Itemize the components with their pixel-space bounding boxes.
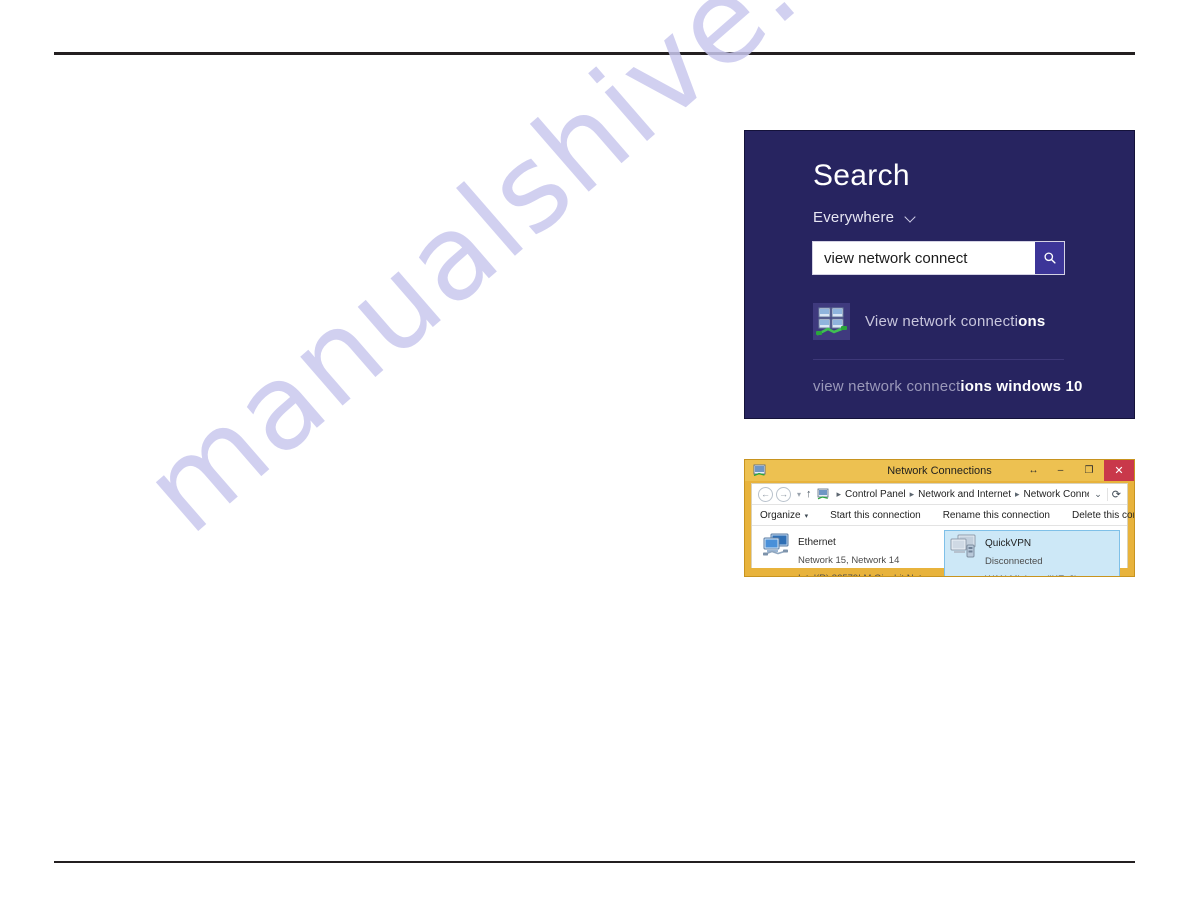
breadcrumb: ▸ Control Panel ▸ Network and Internet ▸… bbox=[817, 488, 1090, 500]
page-title: Search bbox=[813, 159, 910, 192]
network-connections-icon bbox=[813, 303, 850, 340]
connection-name: QuickVPN bbox=[985, 538, 1032, 549]
connection-device: WAN Miniport (IKEv2) bbox=[985, 574, 1078, 576]
chevron-down-icon: ▾ bbox=[804, 512, 809, 520]
refresh-button[interactable]: ⟳ bbox=[1106, 487, 1125, 501]
breadcrumb-item-control-panel[interactable]: Control Panel bbox=[845, 489, 906, 500]
connection-status: Disconnected bbox=[985, 556, 1043, 567]
maximize-button[interactable]: ❐ bbox=[1074, 460, 1104, 481]
connection-name: Ethernet bbox=[798, 537, 836, 548]
rename-this-connection-button[interactable]: Rename this connection bbox=[943, 510, 1050, 521]
breadcrumb-separator: ▸ bbox=[836, 488, 842, 499]
page-footer-rule bbox=[54, 861, 1135, 863]
resize-handle-button[interactable]: ↔ bbox=[1020, 460, 1047, 481]
search-result-label: View network connections bbox=[865, 313, 1045, 330]
list-item[interactable]: QuickVPN Disconnected WAN Miniport (IKEv… bbox=[944, 530, 1120, 576]
vpn-adapter-icon bbox=[949, 533, 979, 559]
close-button[interactable]: ✕ bbox=[1104, 460, 1134, 481]
search-suggestion-item[interactable]: view network connections windows 10 bbox=[813, 378, 1093, 396]
breadcrumb-item-network-and-internet[interactable]: Network and Internet bbox=[918, 489, 1011, 500]
up-button[interactable]: ↑ bbox=[806, 488, 812, 500]
search-suggestion-label-bold: ions windows 10 bbox=[960, 378, 1083, 395]
connection-status: Network 15, Network 14 bbox=[798, 555, 900, 566]
network-connections-window: Network Connections ↔ – ❐ ✕ ← → ▾ ↑ ▸ Co… bbox=[744, 459, 1135, 577]
search-input[interactable] bbox=[813, 242, 1035, 274]
connections-list: Ethernet Network 15, Network 14 Intel(R)… bbox=[752, 526, 1127, 576]
search-scope-dropdown[interactable]: Everywhere bbox=[813, 209, 917, 226]
command-bar: Organize ▾ Start this connection Rename t… bbox=[752, 505, 1134, 526]
search-result-label-plain: View network connecti bbox=[865, 313, 1019, 330]
minimize-button[interactable]: – bbox=[1047, 460, 1074, 481]
window-title-bar: Network Connections ↔ – ❐ ✕ bbox=[745, 460, 1134, 481]
search-result-item[interactable]: View network connections bbox=[813, 303, 1064, 340]
list-item[interactable]: Ethernet Network 15, Network 14 Intel(R)… bbox=[758, 530, 934, 576]
forward-button[interactable]: → bbox=[776, 486, 791, 502]
search-scope-label: Everywhere bbox=[813, 209, 895, 226]
start-this-connection-button[interactable]: Start this connection bbox=[830, 510, 921, 521]
search-charm-panel: Search Everywhere view network connect V… bbox=[744, 130, 1135, 419]
address-dropdown-button[interactable]: ⌄ bbox=[1089, 489, 1107, 500]
search-result-label-bold: ons bbox=[1018, 313, 1046, 330]
ethernet-adapter-icon bbox=[762, 532, 792, 558]
search-box bbox=[813, 242, 1064, 274]
recent-locations-button[interactable]: ▾ bbox=[797, 490, 801, 499]
search-icon bbox=[1043, 252, 1056, 264]
organize-label: Organize bbox=[760, 509, 801, 521]
window-body: ← → ▾ ↑ ▸ Control Panel ▸ Network and In… bbox=[751, 483, 1134, 576]
connection-device: Intel(R) 82579LM Gigabit Network... bbox=[798, 573, 930, 576]
search-button[interactable] bbox=[1035, 242, 1064, 274]
page-header-rule bbox=[54, 52, 1135, 55]
chevron-down-icon bbox=[905, 212, 917, 224]
address-bar: ← → ▾ ↑ ▸ Control Panel ▸ Network and In… bbox=[752, 484, 1127, 505]
search-suggestion-label: view network connections windows 10 bbox=[813, 378, 1083, 395]
delete-this-connection-button[interactable]: Delete this connection bbox=[1072, 510, 1134, 521]
breadcrumb-item-network-connections[interactable]: Network Connections bbox=[1024, 489, 1090, 500]
search-panel-divider bbox=[813, 359, 1064, 360]
organize-menu-button[interactable]: Organize ▾ bbox=[760, 510, 808, 521]
back-button[interactable]: ← bbox=[758, 486, 773, 502]
window-control-buttons: ↔ – ❐ ✕ bbox=[1020, 460, 1134, 481]
breadcrumb-separator: ▸ bbox=[909, 488, 915, 499]
breadcrumb-separator: ▸ bbox=[1015, 488, 1020, 499]
network-connections-icon bbox=[817, 488, 829, 500]
search-suggestion-label-plain: view network connect bbox=[813, 378, 961, 395]
